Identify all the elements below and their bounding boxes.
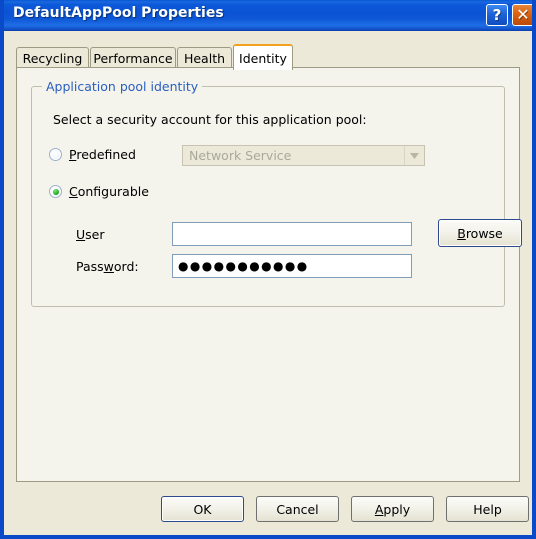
tab-content-panel: Application pool identity Select a secur… <box>16 67 522 482</box>
ok-button[interactable]: OK <box>161 496 244 522</box>
predefined-option-row[interactable]: Predefined <box>49 147 136 162</box>
apply-button[interactable]: Apply <box>351 496 434 522</box>
tab-recycling[interactable]: Recycling <box>16 47 89 68</box>
help-button[interactable]: Help <box>446 496 529 522</box>
predefined-label-rest: redefined <box>76 147 136 162</box>
tab-performance[interactable]: Performance <box>90 47 176 68</box>
help-button-label: Help <box>473 501 502 517</box>
password-label-post: ord: <box>113 259 139 274</box>
dialog-action-bar: OK Cancel Apply Help <box>4 496 532 530</box>
close-x-icon: ✕ <box>516 5 530 24</box>
configurable-label: Configurable <box>69 184 149 199</box>
user-input[interactable] <box>172 222 412 246</box>
predefined-label: Predefined <box>69 147 136 162</box>
user-label-rest: ser <box>85 227 105 242</box>
browse-button-label: Browse <box>457 226 503 241</box>
group-title: Application pool identity <box>42 79 203 94</box>
password-label: Password: <box>76 259 139 274</box>
configurable-option-row[interactable]: Configurable <box>49 184 149 199</box>
password-accel-char: w <box>103 259 114 274</box>
properties-dialog-window: DefaultAppPool Properties ? ✕ Recycling … <box>0 0 536 539</box>
apply-label-rest: pply <box>383 501 411 517</box>
chevron-down-icon <box>404 146 424 165</box>
configurable-radio[interactable] <box>49 185 62 198</box>
tab-identity-label: Identity <box>239 50 287 66</box>
cancel-button[interactable]: Cancel <box>256 496 339 522</box>
browse-label-rest: rowse <box>465 225 503 241</box>
user-label: User <box>76 227 105 242</box>
predefined-account-combobox: Network Service <box>182 145 425 166</box>
predefined-account-value: Network Service <box>189 148 292 163</box>
password-input[interactable]: ●●●●●●●●●●● <box>172 254 412 278</box>
tab-identity[interactable]: Identity <box>233 44 293 70</box>
configurable-label-rest: onfigurable <box>77 184 149 199</box>
predefined-radio[interactable] <box>49 148 62 161</box>
apply-button-label: Apply <box>375 502 410 517</box>
configurable-accel-char: C <box>69 184 78 199</box>
browse-accel-char: B <box>457 225 466 241</box>
password-label-pre: Pass <box>76 259 104 274</box>
password-input-value: ●●●●●●●●●●● <box>178 259 309 273</box>
application-pool-identity-group: Application pool identity Select a secur… <box>31 79 522 307</box>
tab-health-label: Health <box>183 50 226 66</box>
title-bar: DefaultAppPool Properties ? ✕ <box>4 0 532 31</box>
tab-performance-label: Performance <box>93 50 173 66</box>
browse-button[interactable]: Browse <box>438 219 522 247</box>
tab-health[interactable]: Health <box>177 47 232 68</box>
question-mark-icon: ? <box>492 5 502 24</box>
user-accel-char: U <box>76 227 86 242</box>
titlebar-close-button[interactable]: ✕ <box>512 4 532 26</box>
ok-button-label: OK <box>193 501 212 517</box>
cancel-button-label: Cancel <box>276 501 319 517</box>
window-title: DefaultAppPool Properties <box>13 5 224 21</box>
titlebar-help-button[interactable]: ? <box>486 4 508 26</box>
tab-recycling-label: Recycling <box>22 50 83 66</box>
instruction-text: Select a security account for this appli… <box>53 112 367 127</box>
